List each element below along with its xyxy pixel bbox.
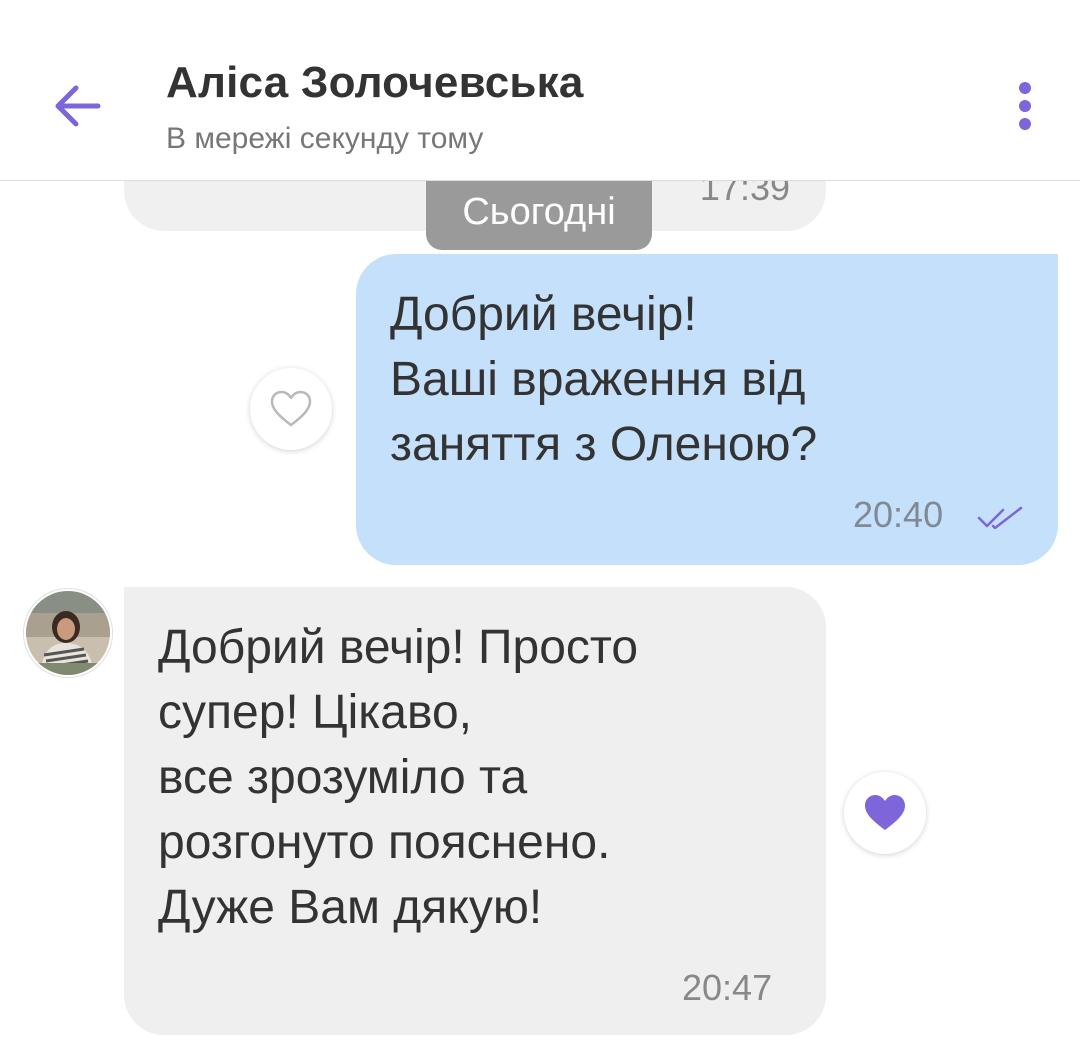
message-time: 17:39 xyxy=(699,181,790,208)
chat-header: Аліса Золочевська В мережі секунду тому xyxy=(0,0,1080,181)
message-time: 20:40 xyxy=(853,494,944,535)
double-check-icon xyxy=(977,506,1023,530)
heart-filled-icon xyxy=(865,795,905,830)
message-time: 20:47 xyxy=(682,967,773,1008)
avatar[interactable] xyxy=(24,589,112,677)
date-separator: Сьогодні xyxy=(426,181,652,250)
contact-photo xyxy=(26,591,110,675)
incoming-message-bubble[interactable]: Добрий вечір! Просто супер! Цікаво, все … xyxy=(124,587,826,1035)
back-button[interactable] xyxy=(46,76,110,136)
contact-name[interactable]: Аліса Золочевська xyxy=(166,58,584,108)
contact-status: В мережі секунду тому xyxy=(166,122,484,155)
like-button[interactable] xyxy=(844,772,926,854)
message-text: Добрий вечір! Просто супер! Цікаво, все … xyxy=(158,621,639,934)
heart-outline-icon xyxy=(270,390,312,427)
like-button[interactable] xyxy=(250,368,332,450)
more-options-button[interactable] xyxy=(1006,80,1046,132)
message-list[interactable]: 17:39 Сьогодні Добрий вечір! Ваші вражен… xyxy=(0,181,1080,1054)
message-text: Добрий вечір! Ваші враження від заняття … xyxy=(390,288,818,471)
outgoing-message-bubble[interactable]: Добрий вечір! Ваші враження від заняття … xyxy=(356,254,1058,565)
arrow-left-icon xyxy=(55,85,101,127)
